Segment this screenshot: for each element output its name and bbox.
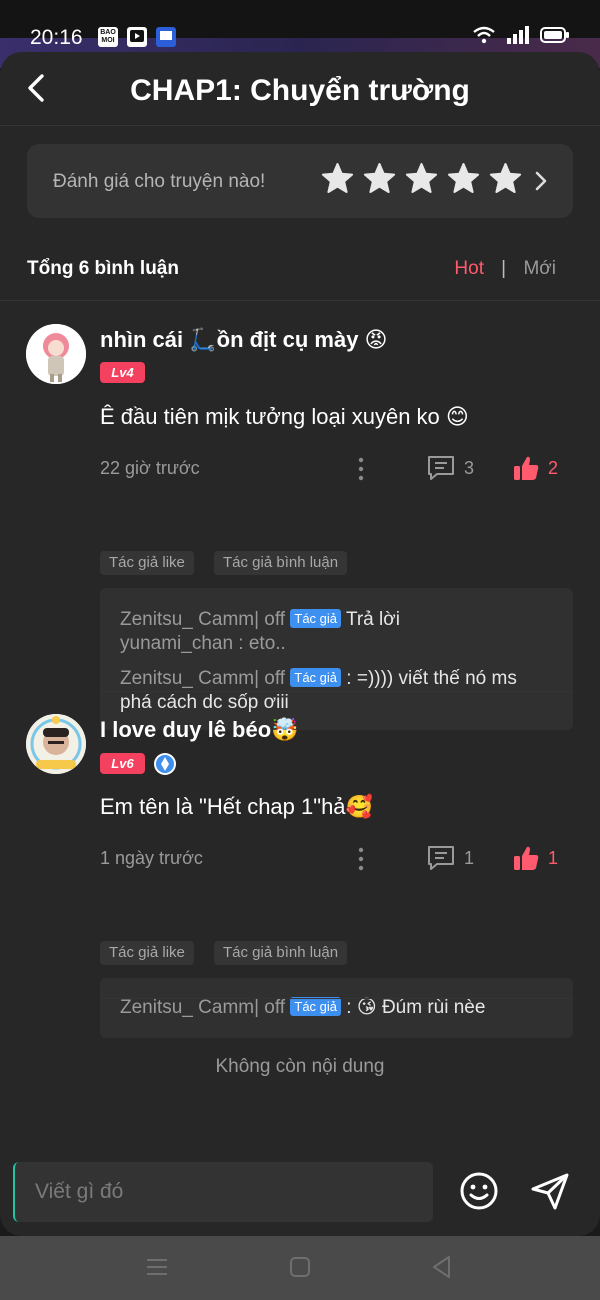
emoji-icon[interactable]: [458, 1170, 500, 1212]
comment-input-bar: [0, 1148, 600, 1236]
signal-icon: [507, 26, 529, 44]
thumbs-up-icon[interactable]: [512, 454, 540, 482]
reply-user[interactable]: Zenitsu_ Camm| off: [120, 609, 285, 630]
like-count: 2: [548, 458, 559, 478]
reply-item: Zenitsu_ Camm| off Tác giả Trả lời yunam…: [120, 608, 560, 656]
comment-summary-row: Tổng 6 bình luận Hot | Mới: [27, 258, 573, 288]
comments-sheet: CHAP1: Chuyển trường Đánh giá cho truyện…: [0, 52, 600, 1236]
author-badge: Tác giả: [290, 609, 342, 628]
system-nav-bar: [0, 1236, 600, 1300]
star-icon[interactable]: [363, 162, 396, 195]
chevron-right-icon[interactable]: [533, 168, 549, 194]
user-name[interactable]: nhìn cái 🛴ồn địt cụ mày 😡: [100, 327, 387, 353]
sort-divider: |: [501, 258, 506, 279]
reply-body: Trả lời: [345, 609, 400, 630]
divider: [100, 998, 573, 999]
divider: [0, 300, 600, 301]
reply-body-cont: yunami_chan : eto..: [120, 633, 286, 654]
status-bar: 20:16 BAO MOI: [0, 0, 600, 68]
reply-count: 1: [464, 848, 475, 868]
comment-item-content: I love duy lê béo🤯 Lv6 Em tên là "Hết ch…: [0, 712, 600, 1038]
author-commented-tag: Tác giả bình luận: [214, 941, 348, 965]
reply-box[interactable]: Zenitsu_ Camm| off Tác giả : 😘 Đúm rùi n…: [100, 978, 573, 1038]
diamond-badge-icon: [154, 753, 176, 775]
back-triangle-icon[interactable]: [427, 1252, 457, 1282]
divider: [100, 691, 573, 692]
thumbs-up-icon[interactable]: [512, 844, 540, 872]
more-options-icon[interactable]: [354, 456, 368, 482]
comment-item: nhìn cái 🛴ồn địt cụ mày 😡 Lv4 Ê đầu tiên…: [0, 322, 600, 730]
end-of-content-label: Không còn nội dung: [215, 1056, 385, 1077]
author-liked-tag: Tác giả like: [100, 551, 194, 575]
total-comments-label: Tổng 6 bình luận: [27, 258, 179, 279]
hoc-app-icon: [156, 27, 176, 47]
system-icons: [472, 26, 570, 44]
reply-user[interactable]: Zenitsu_ Camm| off: [120, 997, 285, 1018]
reply-body: : 😘 Đúm rùi nèe: [346, 997, 486, 1018]
comment-time: 1 ngày trước: [100, 848, 203, 868]
reply-bubble-icon[interactable]: [426, 844, 456, 872]
level-badge: Lv4: [100, 362, 145, 383]
star-icon[interactable]: [405, 162, 438, 195]
reply-item: Zenitsu_ Camm| off Tác giả : 😘 Đúm rùi n…: [120, 996, 560, 1020]
rating-box[interactable]: Đánh giá cho truyện nào!: [27, 144, 573, 218]
wifi-icon: [473, 26, 495, 44]
more-options-icon[interactable]: [354, 846, 368, 872]
send-icon[interactable]: [529, 1170, 571, 1212]
battery-icon: [540, 27, 569, 43]
author-badge: Tác giả: [290, 668, 342, 687]
like-count: 1: [548, 848, 559, 868]
bao-moi-icon: BAO MOI: [98, 27, 118, 47]
rating-prompt: Đánh giá cho truyện nào!: [53, 171, 266, 192]
page-title: CHAP1: Chuyển trường: [130, 74, 470, 107]
comment-text: Em tên là "Hết chap 1"hả🥰: [100, 794, 373, 819]
sort-new-tab[interactable]: Mới: [523, 258, 556, 280]
comment-input[interactable]: [13, 1162, 433, 1222]
author-liked-tag: Tác giả like: [100, 941, 194, 965]
status-time: 20:16: [30, 26, 83, 49]
reply-bubble-icon[interactable]: [426, 454, 456, 482]
author-badge: Tác giả: [290, 997, 342, 1016]
sort-hot-tab[interactable]: Hot: [454, 258, 484, 280]
star-icon[interactable]: [321, 162, 354, 195]
author-commented-tag: Tác giả bình luận: [214, 551, 348, 575]
header: CHAP1: Chuyển trường: [0, 52, 600, 126]
comment-text: Ê đầu tiên mịk tưởng loại xuyên ko 😊: [100, 404, 469, 429]
reply-user[interactable]: Zenitsu_ Camm| off: [120, 668, 285, 689]
level-badge: Lv6: [100, 753, 145, 774]
reply-count: 3: [464, 458, 475, 478]
user-name[interactable]: I love duy lê béo🤯: [100, 717, 299, 743]
reply-box[interactable]: Zenitsu_ Camm| off Tác giả Trả lời yunam…: [100, 588, 573, 730]
reply-body-cont: phá cách dc sốp ơiii: [120, 692, 289, 713]
avatar[interactable]: [26, 324, 86, 384]
star-icon[interactable]: [447, 162, 480, 195]
avatar-anime-girl-icon: [26, 324, 86, 384]
star-icon[interactable]: [489, 162, 522, 195]
reply-body: : =)))) viết thế nó ms: [346, 668, 517, 689]
comment-time: 22 giờ trước: [100, 458, 200, 478]
menu-icon[interactable]: [142, 1252, 172, 1282]
video-app-icon: [127, 27, 147, 47]
home-icon[interactable]: [285, 1252, 315, 1282]
rating-stars: [321, 162, 522, 195]
